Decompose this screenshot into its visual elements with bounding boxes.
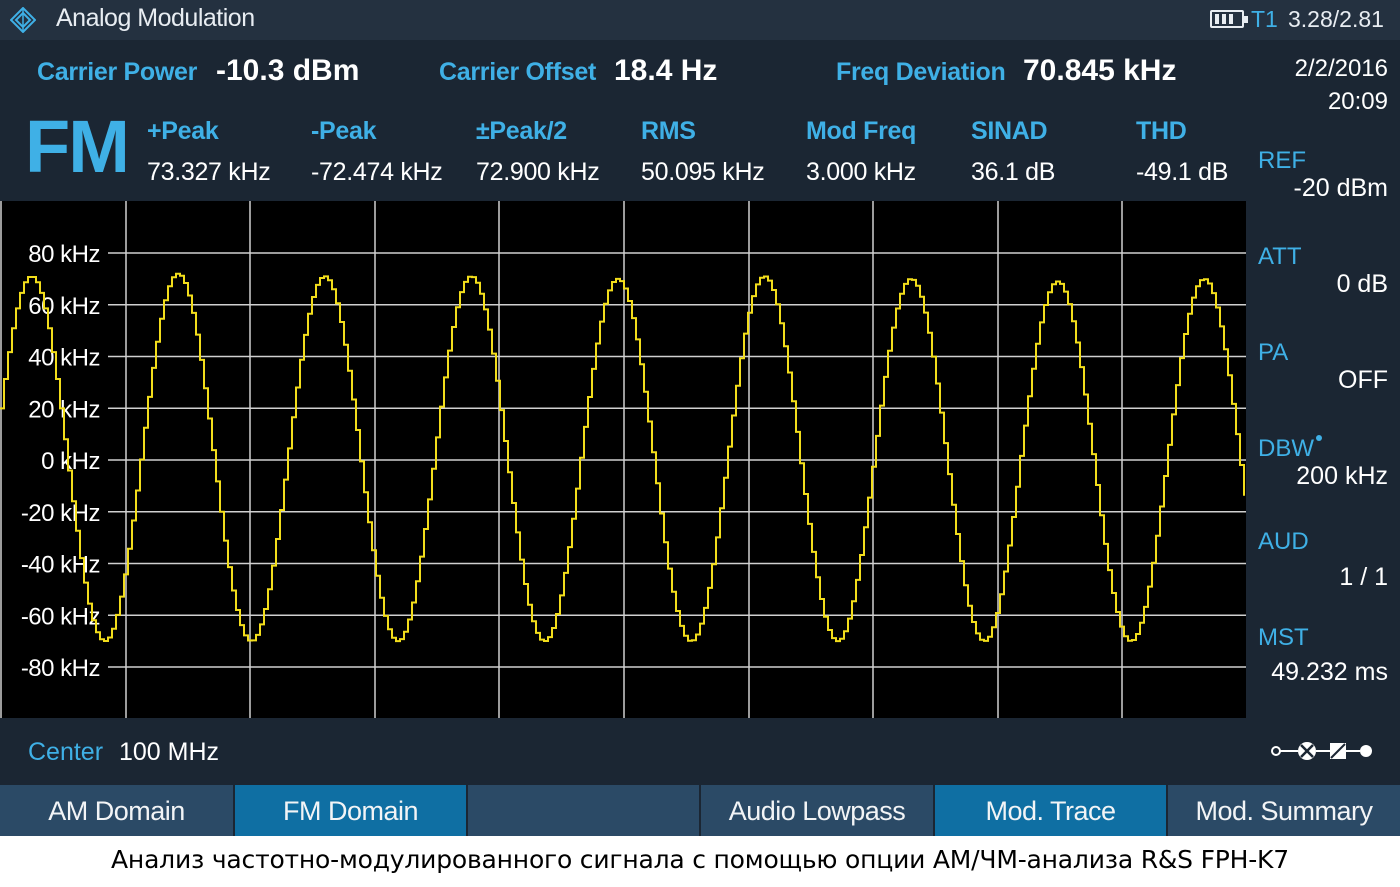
pa-value: OFF (1338, 366, 1388, 394)
half-peak-value: 72.900 kHz (476, 158, 600, 186)
ref-label: REF (1258, 147, 1306, 174)
plus-peak-value: 73.327 kHz (147, 158, 271, 186)
analyzer-screen: Analog Modulation T1 3.28/2.81 Carrier P… (0, 0, 1400, 836)
carrier-offset-value: 18.4 Hz (614, 54, 718, 87)
att-value: 0 dB (1336, 270, 1388, 298)
half-peak-label: ±Peak/2 (476, 117, 567, 145)
softkey-audio-lowpass[interactable]: Audio Lowpass (701, 785, 935, 836)
minus-peak-label: -Peak (311, 117, 377, 145)
carrier-power-value: -10.3 dBm (216, 54, 360, 87)
aud-value: 1 / 1 (1339, 563, 1388, 591)
time: 20:09 (1327, 88, 1388, 115)
plus-peak-label: +Peak (147, 117, 219, 145)
plot-footer: Center 100 MHz (0, 718, 1246, 785)
softkey-blank[interactable] (468, 785, 701, 836)
rms-label: RMS (641, 117, 696, 145)
ref-value: -20 dBm (1293, 174, 1388, 202)
softkey-am-domain[interactable]: AM Domain (0, 785, 235, 836)
rms-value: 50.095 kHz (641, 158, 765, 186)
title-bar: Analog Modulation T1 3.28/2.81 (0, 0, 1400, 40)
dbw-value: 200 kHz (1296, 462, 1388, 490)
trace-value: 3.28/2.81 (1288, 6, 1384, 32)
trace-label: T1 (1251, 6, 1278, 32)
figure-caption: Анализ частотно-модулированного сигнала … (111, 845, 1289, 874)
sinad-value: 36.1 dB (971, 158, 1056, 186)
trace-chart: 80 kHz60 kHz40 kHz20 kHz0 kHz-20 kHz-40 … (0, 201, 1248, 718)
app-title: Analog Modulation (56, 4, 255, 32)
y-tick-label: -80 kHz (21, 655, 100, 682)
dbw-indicator-dot (1316, 435, 1322, 441)
signal-path-icon (1271, 742, 1372, 760)
fm-trace-plot[interactable]: 80 kHz 60 kHz 40 kHz 20 kHz 0 kHz -20 kHz -40 … (0, 201, 1248, 718)
carrier-offset-label: Carrier Offset (439, 58, 596, 86)
fm-trace-line (0, 272, 1245, 643)
measurement-readouts: Carrier Power -10.3 dBm Carrier Offset 1… (0, 40, 1246, 200)
y-tick-label: 80 kHz (28, 241, 100, 268)
center-value: 100 MHz (119, 738, 220, 766)
softkey-mod-trace[interactable]: Mod. Trace (935, 785, 1168, 836)
att-label: ATT (1258, 243, 1302, 270)
thd-label: THD (1136, 117, 1187, 145)
y-tick-label: 60 kHz (28, 293, 100, 320)
freq-deviation-value: 70.845 kHz (1023, 54, 1177, 87)
battery-icon (1210, 10, 1248, 28)
aud-label: AUD (1258, 528, 1309, 555)
sinad-label: SINAD (971, 117, 1048, 145)
y-tick-label: -20 kHz (21, 500, 100, 527)
thd-value: -49.1 dB (1136, 158, 1229, 186)
pa-label: PA (1258, 339, 1289, 366)
mst-label: MST (1258, 624, 1309, 651)
dbw-label: DBW (1258, 435, 1314, 462)
mst-value: 49.232 ms (1271, 658, 1388, 686)
softkey-mod-summary[interactable]: Mod. Summary (1168, 785, 1400, 836)
mode-indicator: FM (25, 105, 130, 188)
settings-panel: 2/2/2016 20:09 REF -20 dBm ATT 0 dB PA O… (1246, 40, 1400, 785)
freq-deviation-label: Freq Deviation (836, 58, 1006, 86)
datetime: 2/2/2016 20:09 (1295, 52, 1388, 118)
softkey-fm-domain[interactable]: FM Domain (235, 785, 468, 836)
y-tick-label: -60 kHz (21, 603, 100, 630)
minus-peak-value: -72.474 kHz (311, 158, 443, 186)
y-tick-label: -40 kHz (21, 552, 100, 579)
rs-diamond-logo-icon (10, 7, 36, 33)
mod-freq-label: Mod Freq (806, 117, 917, 145)
center-label: Center (28, 738, 104, 766)
date: 2/2/2016 (1294, 55, 1388, 82)
carrier-power-label: Carrier Power (37, 58, 198, 86)
y-tick-label: 40 kHz (28, 345, 100, 372)
softkey-bar: AM Domain FM Domain Audio Lowpass Mod. T… (0, 785, 1400, 836)
mod-freq-value: 3.000 kHz (806, 158, 916, 186)
